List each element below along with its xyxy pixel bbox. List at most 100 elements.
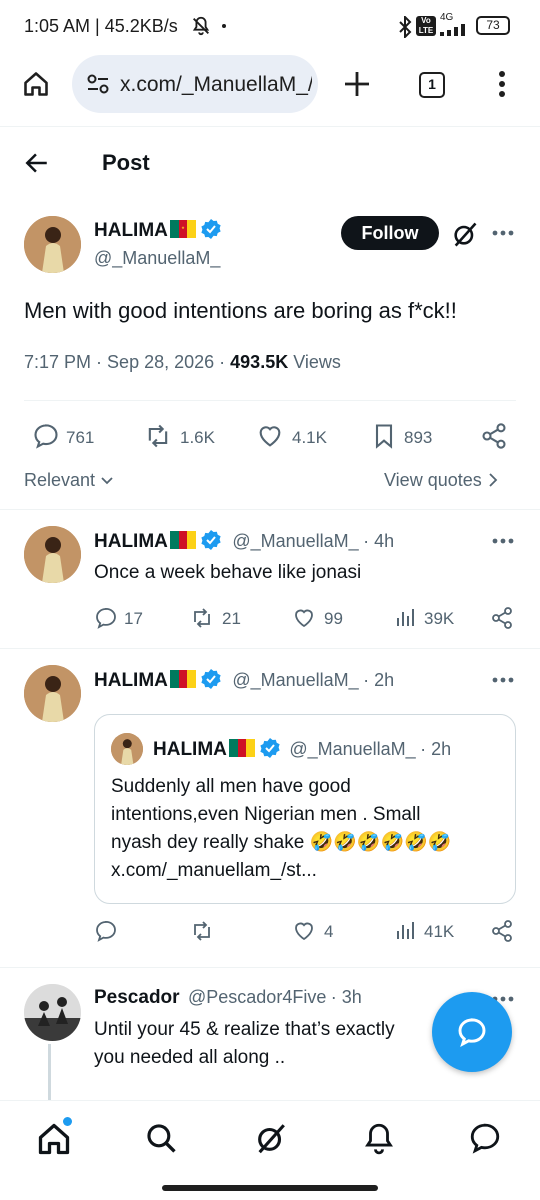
reply-header: HALIMA @_ManuellaM_ · 4h xyxy=(94,529,394,553)
reply-bubble-icon xyxy=(458,1018,486,1047)
like-button[interactable]: 4 xyxy=(292,919,333,943)
like-count: 99 xyxy=(324,609,343,628)
avatar[interactable] xyxy=(24,216,81,273)
grok-icon[interactable] xyxy=(254,1121,288,1155)
post-date[interactable]: Sep 28, 2026 xyxy=(107,352,214,372)
quote-line: Suddenly all men have good xyxy=(111,776,351,797)
quote-time: · 2h xyxy=(420,739,452,759)
like-icon xyxy=(295,609,313,628)
reply-author-name[interactable]: HALIMA xyxy=(94,670,168,691)
tab-switcher-button[interactable]: 1 xyxy=(419,72,445,98)
post-text: Men with good intentions are boring as f… xyxy=(24,298,457,323)
bookmark-count: 893 xyxy=(404,428,433,447)
compose-reply-button[interactable] xyxy=(432,992,512,1072)
views-count: 493.5K xyxy=(230,352,289,372)
like-icon xyxy=(295,922,313,941)
views-button[interactable]: 39K xyxy=(394,606,454,630)
status-bar: 1:05 AM | 45.2KB/s Vo LTE 4G 73 xyxy=(0,0,540,52)
browser-menu-icon[interactable] xyxy=(498,70,506,98)
new-tab-icon[interactable] xyxy=(342,69,372,99)
avatar[interactable] xyxy=(24,665,81,722)
reply-author-handle[interactable]: @_ManuellaM_ xyxy=(232,531,358,551)
repost-count: 21 xyxy=(222,609,241,628)
cameroon-flag-icon xyxy=(169,670,196,688)
sort-dropdown[interactable]: Relevant xyxy=(24,470,114,491)
notification-dot xyxy=(222,24,226,28)
reply-time: · 4h xyxy=(363,531,395,551)
repost-count: 1.6K xyxy=(180,428,215,447)
gesture-bar xyxy=(162,1185,378,1191)
list-item[interactable]: HALIMA @_ManuellaM_ · 4h Once a week beh… xyxy=(0,510,540,648)
views-count: 39K xyxy=(424,609,455,628)
sort-label: Relevant xyxy=(24,470,96,490)
like-count: 4.1K xyxy=(292,428,327,447)
reply-text: Once a week behave like jonasi xyxy=(94,562,362,583)
bell-icon[interactable] xyxy=(362,1121,396,1155)
reply-icon xyxy=(96,920,116,942)
quoted-post[interactable]: HALIMA @_ManuellaM_ · 2h Suddenly all me… xyxy=(94,714,516,904)
more-icon[interactable] xyxy=(492,230,514,236)
reply-line: Until your 45 & realize that’s exactly xyxy=(94,1019,395,1040)
like-count: 4 xyxy=(324,922,334,941)
volte-icon: Vo LTE xyxy=(416,16,436,36)
avatar[interactable] xyxy=(24,984,81,1041)
more-icon[interactable] xyxy=(492,538,514,544)
views-icon xyxy=(397,609,414,626)
like-button[interactable]: 99 xyxy=(292,606,343,630)
repost-icon xyxy=(148,424,168,448)
repost-button[interactable]: 21 xyxy=(190,606,241,630)
reply-header: Pescador @Pescador4Five · 3h xyxy=(94,987,362,1009)
avatar[interactable] xyxy=(24,526,81,583)
verified-icon xyxy=(200,218,222,240)
page-title: Post xyxy=(102,150,150,175)
author-name[interactable]: HALIMA xyxy=(94,220,168,241)
avatar xyxy=(111,733,143,765)
verified-icon xyxy=(259,737,281,759)
quote-line: intentions,even Nigerian men . Small xyxy=(111,804,421,825)
reply-text: Until your 45 & realize that’s exactly y… xyxy=(94,1016,395,1072)
like-icon xyxy=(259,426,281,447)
back-arrow-icon[interactable] xyxy=(24,150,50,176)
browser-divider xyxy=(0,126,540,127)
reply-time: · 3h xyxy=(330,987,362,1007)
messages-icon[interactable] xyxy=(468,1121,502,1155)
quote-author-name: HALIMA xyxy=(153,739,227,760)
more-icon[interactable] xyxy=(492,677,514,683)
browser-home-icon[interactable] xyxy=(22,70,50,98)
site-settings-icon[interactable] xyxy=(86,73,110,95)
cameroon-flag-icon xyxy=(169,531,196,549)
search-icon[interactable] xyxy=(144,1121,178,1155)
reply-line: you needed all along .. xyxy=(94,1047,286,1068)
new-posts-dot xyxy=(63,1117,72,1126)
address-bar[interactable]: x.com/_ManuellaM_/s xyxy=(72,55,318,113)
quote-link[interactable]: x.com/_manuellam_/st... xyxy=(111,857,452,885)
reply-author-handle[interactable]: @_ManuellaM_ xyxy=(232,670,358,690)
share-icon[interactable] xyxy=(480,422,508,450)
views-count: 41K xyxy=(424,922,455,941)
reply-author-handle[interactable]: @Pescador4Five xyxy=(188,987,326,1007)
reply-author-name[interactable]: HALIMA xyxy=(94,531,168,552)
views-button[interactable]: 41K xyxy=(394,919,454,943)
view-quotes-link[interactable]: View quotes xyxy=(384,470,499,491)
home-icon[interactable] xyxy=(36,1121,72,1157)
reply-icon xyxy=(96,607,116,629)
repost-button[interactable] xyxy=(190,919,214,943)
cameroon-flag-icon xyxy=(228,739,255,757)
follow-button[interactable]: Follow xyxy=(341,216,439,250)
author-name-row: HALIMA xyxy=(94,218,222,242)
thread-line xyxy=(48,1044,51,1100)
view-quotes-label: View quotes xyxy=(384,470,482,490)
author-handle[interactable]: @_ManuellaM_ xyxy=(94,248,220,269)
share-icon[interactable] xyxy=(490,919,514,943)
battery-indicator: 73 xyxy=(476,16,510,35)
post-time: 7:17 PM xyxy=(24,352,92,372)
post-meta: 7:17 PM · Sep 28, 2026 · 493.5K Views xyxy=(24,352,341,372)
browser-toolbar: x.com/_ManuellaM_/s 1 xyxy=(0,52,540,126)
reply-button[interactable]: 17 xyxy=(94,606,143,630)
cameroon-flag-icon xyxy=(169,220,196,238)
grok-icon[interactable] xyxy=(451,220,479,248)
reply-author-name[interactable]: Pescador xyxy=(94,987,180,1008)
reply-button[interactable] xyxy=(94,919,118,943)
share-icon[interactable] xyxy=(490,606,514,630)
quote-author-handle: @_ManuellaM_ xyxy=(289,739,416,759)
